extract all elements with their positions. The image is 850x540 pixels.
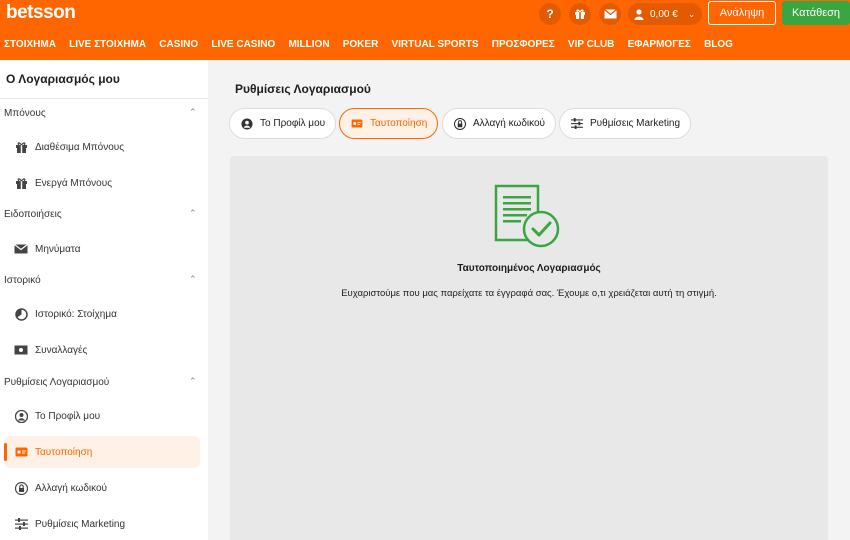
sidebar-item-label: Το Προφίλ μου bbox=[35, 410, 101, 422]
gift-icon[interactable] bbox=[569, 3, 591, 25]
envelope-icon bbox=[13, 242, 29, 256]
top-bar: betsson ? 0,00 € ⌄ Ανάληψη Κατάθεση bbox=[0, 0, 850, 28]
chevron-up-icon[interactable]: ⌃ bbox=[189, 376, 197, 387]
balance-dropdown[interactable]: 0,00 € ⌄ bbox=[628, 3, 702, 25]
sidebar-divider bbox=[0, 98, 208, 99]
sidebar-item-change-password[interactable]: Αλλαγή κωδικού bbox=[4, 472, 200, 504]
gift-icon bbox=[13, 176, 29, 190]
verified-message: Ευχαριστούμε που μας παρείχατε τα έγγραφ… bbox=[341, 288, 717, 299]
tab-verification[interactable]: Ταυτοποίηση bbox=[339, 108, 439, 139]
section-bonus[interactable]: Μπόνους bbox=[4, 108, 46, 119]
page-title: Ρυθμίσεις Λογαριασμού bbox=[235, 82, 371, 96]
user-icon bbox=[13, 409, 29, 423]
lock-icon bbox=[13, 481, 29, 495]
verified-heading: Ταυτοποιημένος Λογαριασμός bbox=[457, 263, 601, 274]
tab-label: Το Προφίλ μου bbox=[260, 118, 326, 129]
tab-label: Αλλαγή κωδικού bbox=[473, 118, 546, 129]
help-icon[interactable]: ? bbox=[539, 3, 561, 25]
sidebar-item-label: Αλλαγή κωδικού bbox=[35, 482, 108, 494]
section-notifications[interactable]: Ειδοποιήσεις bbox=[4, 209, 62, 220]
nav-virtual-sports[interactable]: VIRTUAL SPORTS bbox=[391, 39, 478, 50]
nav-poker[interactable]: POKER bbox=[343, 39, 379, 50]
section-history[interactable]: Ιστορικό bbox=[4, 275, 41, 286]
sidebar-item-label: Ιστορικό: Στοίχημα bbox=[35, 308, 117, 320]
nav-casino[interactable]: CASINO bbox=[159, 39, 198, 50]
withdraw-button[interactable]: Ανάληψη bbox=[708, 1, 776, 25]
nav-live-casino[interactable]: LIVE CASINO bbox=[211, 39, 275, 50]
sidebar-item-transactions[interactable]: Συναλλαγές bbox=[4, 334, 200, 366]
sidebar-item-marketing-settings[interactable]: Ρυθμίσεις Marketing bbox=[4, 508, 200, 540]
main-nav: ΣΤΟΙΧΗΜΑ LIVE ΣΤΟΙΧΗΜΑ CASINO LIVE CASIN… bbox=[0, 28, 850, 60]
id-card-icon bbox=[13, 445, 29, 459]
sliders-icon bbox=[13, 517, 29, 531]
tab-change-password[interactable]: Αλλαγή κωδικού bbox=[442, 108, 557, 139]
nav-blog[interactable]: BLOG bbox=[704, 39, 733, 50]
sidebar-item-label: Ενεργά Μπόνους bbox=[35, 177, 113, 189]
tab-marketing-settings[interactable]: Ρυθμίσεις Marketing bbox=[559, 108, 692, 139]
sliders-icon bbox=[570, 117, 584, 131]
tab-my-profile[interactable]: Το Προφίλ μου bbox=[229, 108, 337, 139]
id-card-icon bbox=[350, 117, 364, 131]
sidebar-item-my-profile[interactable]: Το Προφίλ μου bbox=[4, 400, 200, 432]
verified-document-icon bbox=[494, 184, 560, 248]
nav-vip-club[interactable]: VIP CLUB bbox=[568, 39, 615, 50]
betsson-logo[interactable]: betsson bbox=[6, 2, 76, 24]
nav-promotions[interactable]: ΠΡΟΣΦΟΡΕΣ bbox=[492, 39, 555, 50]
history-icon bbox=[13, 307, 29, 321]
sidebar-item-messages[interactable]: Μηνύματα bbox=[4, 233, 200, 265]
envelope-icon[interactable] bbox=[599, 3, 621, 25]
sidebar-item-label: Μηνύματα bbox=[35, 243, 81, 255]
verification-panel: Ταυτοποιημένος Λογαριασμός Ευχαριστούμε … bbox=[230, 156, 828, 540]
sidebar-title: Ο Λογαριασμός μου bbox=[6, 72, 120, 86]
balance-amount: 0,00 € bbox=[650, 8, 678, 20]
sidebar-item-verification[interactable]: Ταυτοποίηση bbox=[4, 436, 200, 468]
lock-icon bbox=[453, 117, 467, 131]
sidebar-item-bet-history[interactable]: Ιστορικό: Στοίχημα bbox=[4, 298, 200, 330]
tab-label: Ταυτοποίηση bbox=[370, 118, 428, 129]
chevron-up-icon[interactable]: ⌃ bbox=[189, 208, 197, 219]
user-icon bbox=[634, 8, 644, 20]
nav-live-betting[interactable]: LIVE ΣΤΟΙΧΗΜΑ bbox=[69, 39, 146, 50]
nav-million[interactable]: MILLION bbox=[288, 39, 329, 50]
user-icon bbox=[240, 117, 254, 131]
sidebar-item-available-bonuses[interactable]: Διαθέσιμα Μπόνους bbox=[4, 131, 200, 163]
account-sidebar: Ο Λογαριασμός μου Μπόνους ⌃ Διαθέσιμα Μπ… bbox=[0, 60, 208, 540]
sidebar-item-label: Ταυτοποίηση bbox=[35, 446, 93, 458]
tab-label: Ρυθμίσεις Marketing bbox=[590, 118, 681, 129]
money-icon bbox=[13, 343, 29, 357]
deposit-button[interactable]: Κατάθεση bbox=[782, 1, 850, 25]
sidebar-item-label: Διαθέσιμα Μπόνους bbox=[35, 141, 125, 153]
chevron-down-icon: ⌄ bbox=[687, 8, 696, 19]
chevron-up-icon[interactable]: ⌃ bbox=[189, 274, 197, 285]
nav-sportsbook[interactable]: ΣΤΟΙΧΗΜΑ bbox=[4, 39, 56, 50]
section-account-settings[interactable]: Ρυθμίσεις Λογαριασμού bbox=[4, 377, 109, 388]
sidebar-item-label: Ρυθμίσεις Marketing bbox=[35, 518, 126, 530]
sidebar-item-active-bonuses[interactable]: Ενεργά Μπόνους bbox=[4, 167, 200, 199]
nav-apps[interactable]: ΕΦΑΡΜΟΓΕΣ bbox=[628, 39, 691, 50]
sidebar-item-label: Συναλλαγές bbox=[35, 344, 88, 356]
chevron-up-icon[interactable]: ⌃ bbox=[189, 107, 197, 118]
gift-icon bbox=[13, 140, 29, 154]
